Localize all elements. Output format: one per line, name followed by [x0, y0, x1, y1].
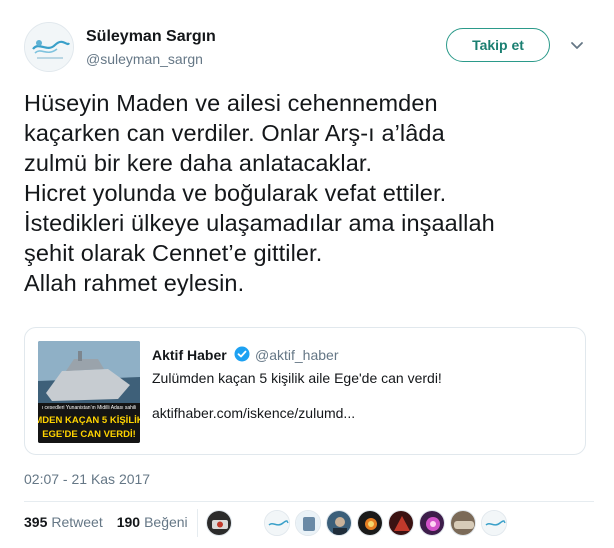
like-stat[interactable]: 190 Beğeni	[117, 514, 188, 530]
retweet-label: Retweet	[51, 514, 103, 530]
author-avatar-image	[25, 23, 73, 71]
quoted-tweet-card[interactable]: ı cesedleri Yunanistan'ın Midilli Adası …	[24, 327, 586, 455]
liker-avatar[interactable]	[326, 510, 352, 536]
author-name[interactable]: Süleyman Sargın	[86, 28, 216, 46]
liker-avatar[interactable]	[419, 510, 445, 536]
liker-avatar[interactable]	[481, 510, 507, 536]
author-avatar[interactable]	[24, 22, 74, 72]
liker-avatar[interactable]	[264, 510, 290, 536]
follow-button-label: Takip et	[472, 37, 524, 53]
thumb-caption-line1: MDEN KAÇAN 5 KİŞİLİK	[38, 415, 140, 426]
card-description: Zulümden kaçan 5 kişilik aile Ege'de can…	[152, 370, 442, 386]
tweet-text: Hüseyin Maden ve ailesi cehennemden kaça…	[24, 90, 495, 296]
liker-avatar[interactable]	[450, 510, 476, 536]
like-count: 190	[116, 514, 141, 530]
liker-avatar[interactable]	[295, 510, 321, 536]
liker-avatar[interactable]	[388, 510, 414, 536]
tweet-timestamp[interactable]: 02:07 - 21 Kas 2017	[24, 471, 150, 487]
like-label: Beğeni	[144, 514, 188, 530]
tweet-stats: 395 Retweet 190 Beğeni	[24, 514, 202, 530]
liker-avatars-group	[264, 509, 512, 537]
divider	[24, 501, 594, 502]
verified-badge-icon	[234, 346, 250, 362]
stats-divider	[197, 509, 198, 537]
retweet-count: 395	[24, 514, 48, 530]
liker-avatars	[206, 509, 237, 537]
liker-avatar[interactable]	[357, 510, 383, 536]
card-author-handle[interactable]: @aktif_haber	[255, 347, 338, 363]
retweet-stat[interactable]: 395 Retweet	[24, 514, 103, 530]
svg-text:ı cesedleri Yunanistan'ın Midi: ı cesedleri Yunanistan'ın Midilli Adası …	[42, 405, 137, 411]
card-thumbnail: ı cesedleri Yunanistan'ın Midilli Adası …	[38, 341, 140, 443]
thumb-caption-line2: EGE'DE CAN VERDİ!	[42, 429, 136, 440]
follow-button[interactable]: Takip et	[446, 28, 550, 62]
card-link[interactable]: aktifhaber.com/iskence/zulumd...	[152, 405, 355, 421]
card-author-name[interactable]: Aktif Haber	[152, 347, 227, 363]
liker-avatar[interactable]	[206, 510, 232, 536]
author-handle[interactable]: @suleyman_sargn	[86, 51, 203, 67]
chevron-down-icon[interactable]	[568, 36, 586, 54]
